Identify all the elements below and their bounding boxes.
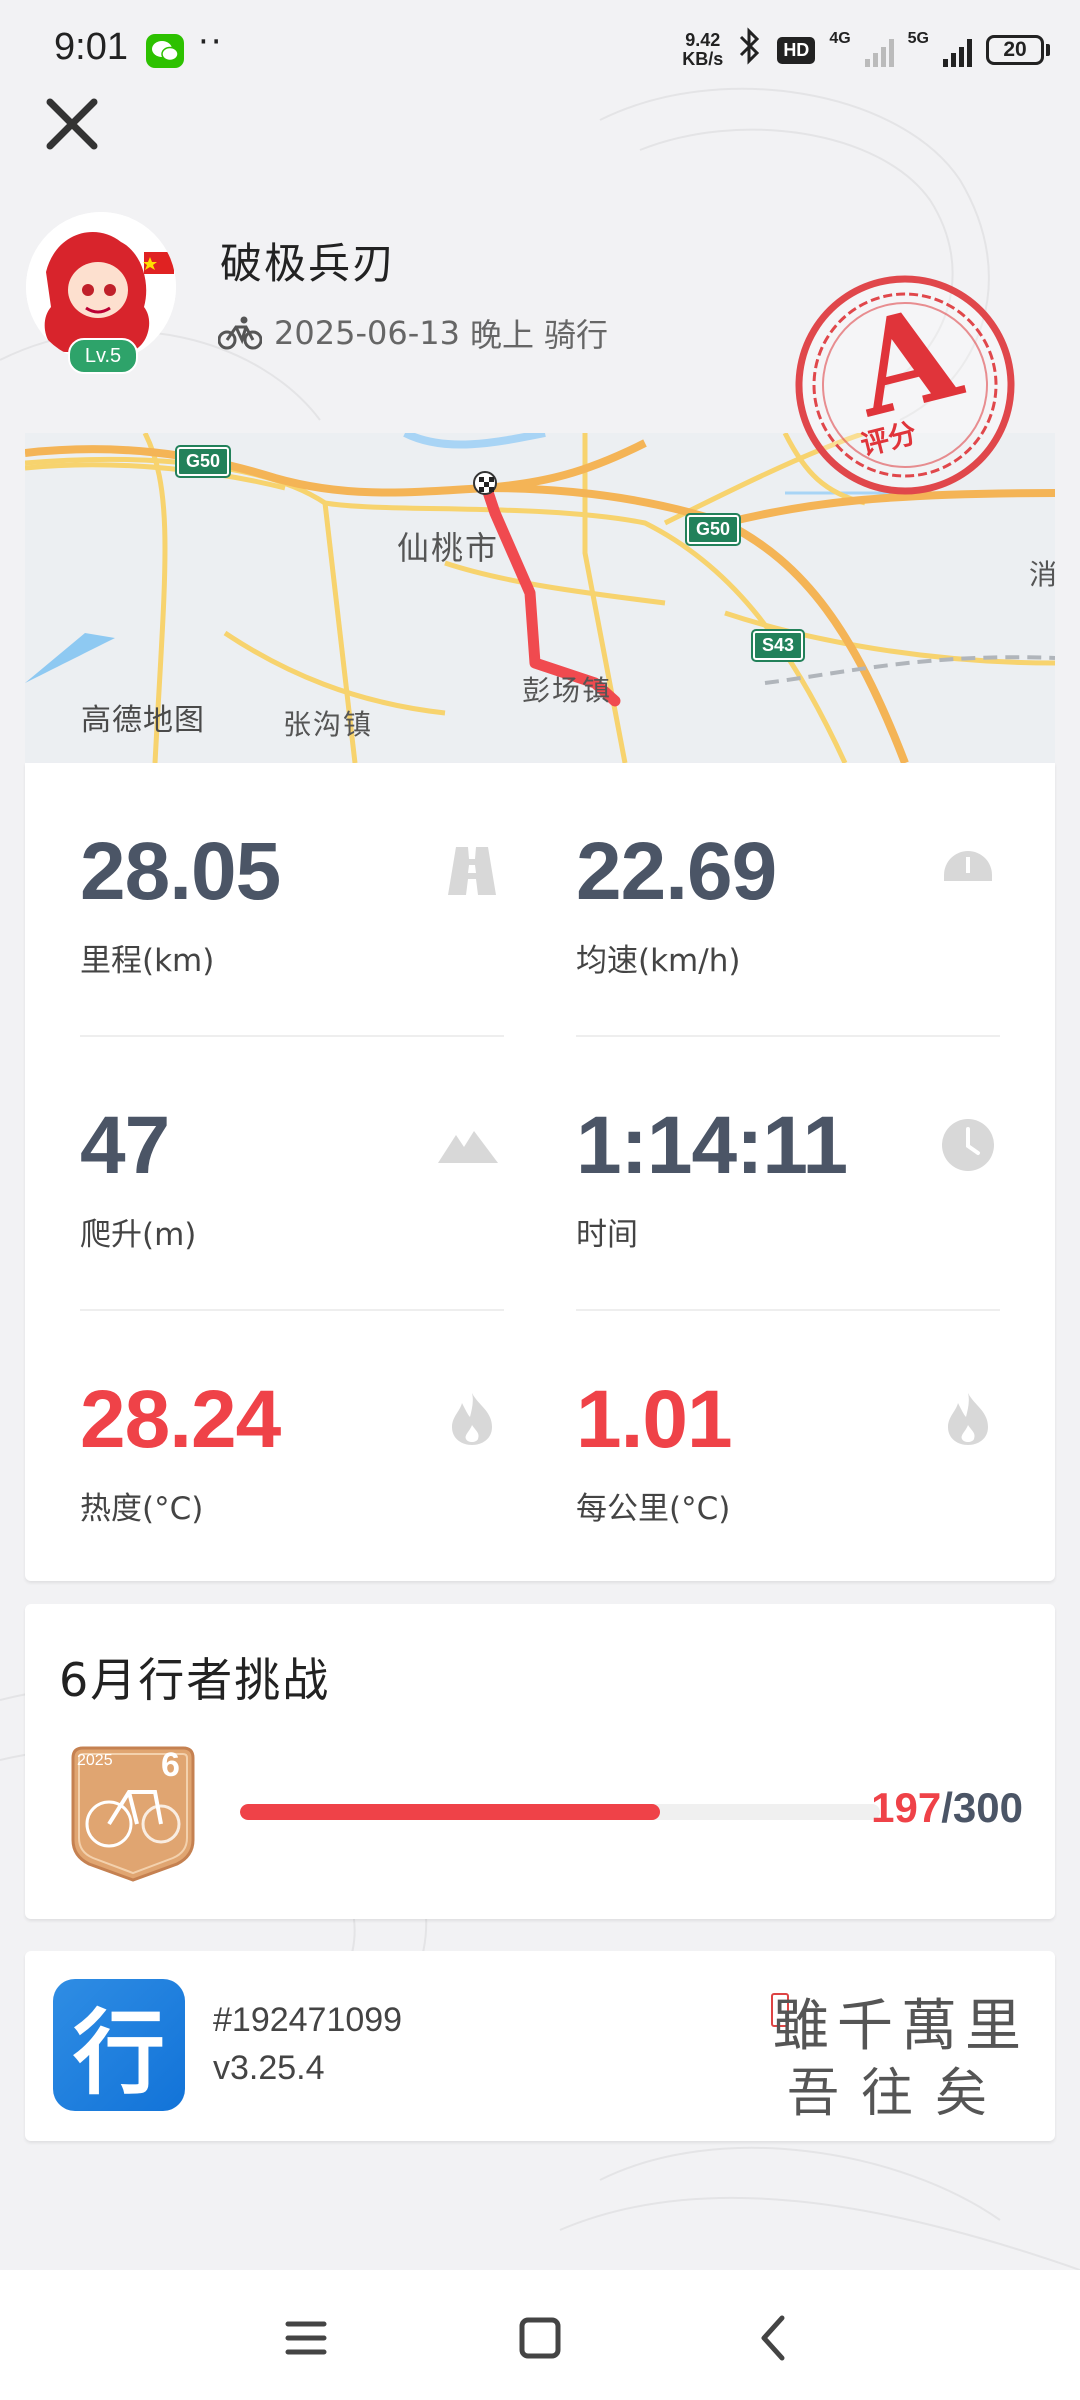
network-type-4g: 4G xyxy=(829,30,851,47)
ride-activity-type: 骑行 xyxy=(543,316,608,354)
menu-icon[interactable] xyxy=(276,2308,336,2368)
stat-duration: 1:14:11 时间 xyxy=(576,1037,996,1253)
map-label-city: 仙桃市 xyxy=(397,529,500,567)
stat-per-km-label: 每公里(°C) xyxy=(576,1491,731,1527)
stat-heat: 28.24 热度(°C) xyxy=(80,1311,500,1527)
bluetooth-icon xyxy=(737,26,763,74)
signal-strength-icon xyxy=(864,33,894,67)
signal-strength-icon-2 xyxy=(943,33,972,67)
challenge-target: 300 xyxy=(952,1784,1023,1831)
challenge-card[interactable]: 6月行者挑战 2025 6 197/300 xyxy=(25,1604,1055,1919)
app-info-card: 行 #192471099 v3.25.4 雖千萬里 吾往矣 xyxy=(25,1951,1055,2141)
battery-level: 20 xyxy=(986,35,1044,65)
stat-per-km-value: 1.01 xyxy=(576,1374,733,1465)
medal-year: 2025 xyxy=(77,1752,113,1769)
motto-line-1: 雖千萬里 xyxy=(773,1994,1029,2059)
challenge-separator: / xyxy=(941,1784,953,1831)
challenge-progress-fill xyxy=(240,1804,661,1820)
level-badge: Lv.5 xyxy=(68,338,138,374)
stat-avg-speed-label: 均速(km/h) xyxy=(576,943,741,979)
network-speed-value: 9.42 xyxy=(685,30,721,50)
system-navigation-bar xyxy=(0,2270,1080,2400)
road-sign-s43: S43 xyxy=(750,629,806,662)
more-notifications-dots: ·· xyxy=(198,22,224,62)
road-sign-g50: G50 xyxy=(174,445,232,478)
flame-icon xyxy=(452,1393,492,1445)
stat-per-km: 1.01 每公里(°C) xyxy=(576,1311,996,1527)
stat-heat-value: 28.24 xyxy=(80,1374,281,1465)
motto-line-2: 吾往矣 xyxy=(786,2064,1009,2124)
calligraphy-motto: 雖千萬里 吾往矣 xyxy=(759,1981,1029,2124)
home-icon[interactable] xyxy=(510,2308,570,2368)
stat-climb-label: 爬升(m) xyxy=(80,1217,197,1253)
speedometer-icon xyxy=(944,851,992,881)
stat-climb-value: 47 xyxy=(80,1100,170,1191)
hd-voice-icon: HD xyxy=(777,36,816,64)
challenge-progress-bar xyxy=(240,1804,880,1820)
clock-icon xyxy=(942,1119,994,1171)
map-label-town1: 张沟镇 xyxy=(283,708,374,741)
stat-distance-value: 28.05 xyxy=(80,826,281,917)
medal-month: 6 xyxy=(161,1746,180,1784)
network-speed-unit: KB/s xyxy=(682,49,724,69)
ride-meta: 2025-06-13 晚上 骑行 xyxy=(218,310,608,356)
ride-time-of-day: 晚上 xyxy=(469,316,534,354)
stat-distance: 28.05 里程(km) xyxy=(80,763,500,979)
stats-card: 28.05 里程(km) 22.69 均速(km/h) 47 爬升(m) 1:1… xyxy=(25,763,1055,1581)
username[interactable]: 破极兵刃 xyxy=(220,230,396,291)
challenge-current: 197 xyxy=(871,1784,942,1831)
wechat-notification-icon xyxy=(146,34,184,68)
stat-avg-speed: 22.69 均速(km/h) xyxy=(576,763,996,979)
network-type-5g: 5G xyxy=(907,30,929,47)
stat-duration-label: 时间 xyxy=(576,1217,638,1253)
back-icon[interactable] xyxy=(744,2308,804,2368)
app-logo-icon: 行 xyxy=(53,1979,185,2111)
bicycle-icon xyxy=(218,316,262,350)
map-provider-logo: 高德地图 xyxy=(81,703,205,738)
map-label-town2: 彭场镇 xyxy=(522,674,613,707)
stat-distance-label: 里程(km) xyxy=(80,943,215,979)
challenge-medal-icon[interactable]: 2025 6 xyxy=(69,1744,197,1882)
status-time: 9:01 xyxy=(54,26,128,68)
stat-climb: 47 爬升(m) xyxy=(80,1037,500,1253)
challenge-title: 6月行者挑战 xyxy=(59,1653,331,1707)
user-id: #192471099 xyxy=(213,2001,403,2039)
app-version: v3.25.4 xyxy=(213,2049,325,2087)
network-speed: 9.42 KB/s xyxy=(682,31,723,69)
stat-avg-speed-value: 22.69 xyxy=(576,826,777,917)
stat-heat-label: 热度(°C) xyxy=(80,1491,204,1527)
ride-date: 2025-06-13 xyxy=(274,314,460,352)
close-icon[interactable] xyxy=(40,92,104,156)
status-bar: 9:01 ·· 9.42 KB/s HD 4G 5G 20 xyxy=(0,0,1080,100)
battery-icon: 20 xyxy=(986,35,1050,65)
stat-duration-value: 1:14:11 xyxy=(576,1100,848,1191)
challenge-progress-text: 197/300 xyxy=(871,1784,1023,1832)
road-sign-g50-2: G50 xyxy=(684,513,742,546)
map-label-edge: 消 xyxy=(1029,558,1055,591)
road-icon xyxy=(448,847,496,895)
flame-icon-2 xyxy=(948,1393,988,1445)
mountain-icon xyxy=(438,1131,498,1163)
